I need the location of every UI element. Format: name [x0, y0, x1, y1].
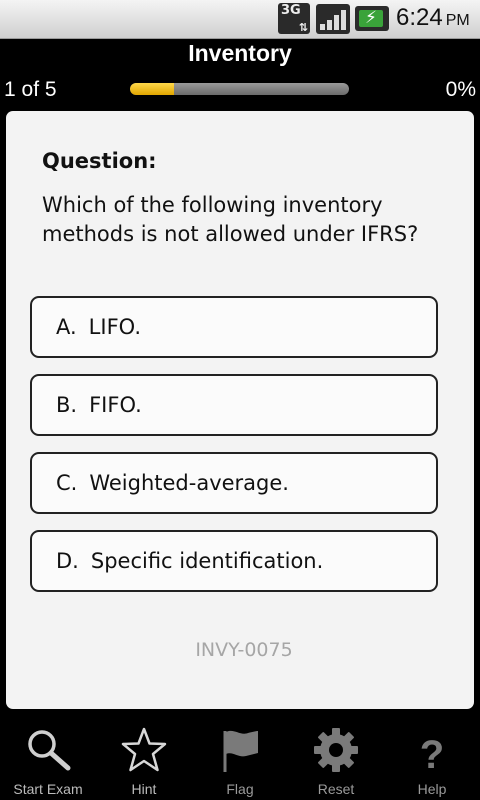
- answer-text: Weighted-average.: [89, 471, 289, 495]
- answer-letter: D.: [56, 549, 79, 573]
- reset-label: Reset: [317, 781, 355, 797]
- help-button[interactable]: ? Help: [384, 712, 480, 800]
- status-bar: 3G ⇅ ⚡ 6:24 PM: [0, 0, 480, 39]
- progress-fill: [130, 83, 174, 95]
- question-card: Question: Which of the following invento…: [6, 111, 474, 709]
- network-type-label: 3G: [281, 3, 301, 18]
- help-label: Help: [417, 781, 447, 797]
- clock-time: 6:24: [396, 4, 443, 31]
- bottom-toolbar: Start Exam Hint Flag Reset ? Help: [0, 712, 480, 800]
- answer-option-d[interactable]: D. Specific identification.: [30, 530, 438, 592]
- answer-letter: A.: [56, 315, 77, 339]
- flag-button[interactable]: Flag: [192, 712, 288, 800]
- score-percent: 0%: [445, 78, 476, 101]
- flag-icon: [223, 730, 258, 772]
- star-icon: [121, 727, 167, 772]
- answer-letter: B.: [56, 393, 78, 417]
- magnifier-icon: [28, 730, 71, 771]
- answer-option-b[interactable]: B. FIFO.: [30, 374, 438, 436]
- clock-ampm: PM: [445, 12, 470, 29]
- question-label: Question:: [42, 149, 157, 173]
- question-text: Which of the following inventory methods…: [42, 193, 419, 246]
- hint-label: Hint: [131, 781, 157, 797]
- 3g-data-icon: 3G ⇅: [278, 3, 310, 34]
- reset-button[interactable]: Reset: [288, 712, 384, 800]
- gear-icon: [314, 728, 358, 772]
- answer-letter: C.: [56, 471, 78, 495]
- start-exam-label: Start Exam: [13, 781, 83, 797]
- answer-text: FIFO.: [89, 393, 142, 417]
- hint-button[interactable]: Hint: [96, 712, 192, 800]
- svg-text:?: ?: [420, 733, 444, 774]
- progress-bar: [130, 83, 349, 95]
- page-title: Inventory: [188, 40, 292, 66]
- answer-text: Specific identification.: [90, 549, 324, 573]
- question-id: INVY-0075: [195, 639, 293, 661]
- battery-charging-icon: ⚡: [355, 6, 389, 31]
- status-clock: 6:24 PM: [396, 4, 470, 32]
- flag-label: Flag: [226, 781, 254, 797]
- question-icon: ?: [420, 733, 444, 774]
- answer-text: LIFO.: [88, 315, 141, 339]
- question-position: 1 of 5: [4, 78, 57, 101]
- signal-icon: [316, 4, 350, 34]
- answer-option-c[interactable]: C. Weighted-average.: [30, 452, 438, 514]
- answer-option-a[interactable]: A. LIFO.: [30, 296, 438, 358]
- start-exam-button[interactable]: Start Exam: [0, 712, 96, 800]
